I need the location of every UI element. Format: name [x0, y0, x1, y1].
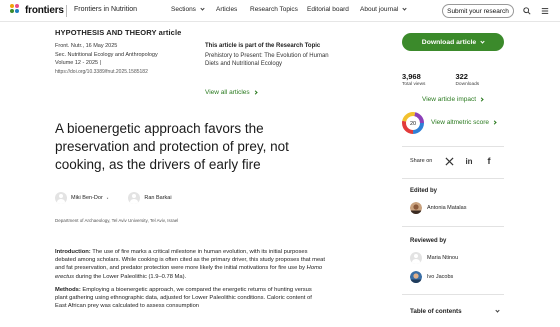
nav-articles[interactable]: Articles — [216, 6, 237, 13]
publication-date: Front. Nutr., 16 May 2025 — [55, 43, 118, 49]
nav-sections-label: Sections — [171, 6, 196, 13]
avatar-placeholder-icon — [128, 192, 141, 204]
facebook-icon[interactable]: f — [484, 156, 494, 166]
research-topic-name[interactable]: Prehistory to Present: The Evolution of … — [205, 52, 335, 68]
nav-editorial-board-label: Editorial board — [307, 6, 349, 13]
stat-value: 3,968 — [402, 72, 421, 81]
research-topic-heading: This article is part of the Research Top… — [205, 43, 321, 49]
stat-total-views: 3,968 Total views — [402, 72, 425, 87]
intro-text-end: during the Lower Paleolithic (1.9–0.78 M… — [74, 273, 187, 280]
share-label: Share on — [410, 158, 433, 164]
stat-downloads: 322 Downloads — [455, 72, 479, 87]
view-all-articles-label: View all articles — [205, 89, 250, 96]
author-mark: * — [106, 195, 109, 201]
reviewer-name: Ivo Jacobs — [427, 274, 454, 280]
stat-label: Total views — [402, 82, 426, 87]
reviewer-item[interactable]: Maria Ntinou — [410, 252, 458, 264]
reviewer-name: Maria Ntinou — [427, 255, 459, 261]
nav-about-journal-label: About journal — [360, 6, 399, 13]
x-icon[interactable] — [443, 156, 455, 166]
reviewed-by-heading: Reviewed by — [410, 238, 447, 244]
chevron-right-icon — [253, 90, 258, 95]
abstract-introduction: Introduction: The use of fire marks a cr… — [55, 248, 325, 281]
linkedin-icon[interactable]: in — [463, 156, 475, 166]
research-topic-box: This article is part of the Research Top… — [205, 42, 335, 68]
article-meta: Front. Nutr., 16 May 2025 Sec. Nutrition… — [55, 42, 195, 76]
nav-research-topics[interactable]: Research Topics — [250, 6, 298, 13]
view-altmetric-score-label: View altmetric score — [431, 119, 490, 126]
view-all-articles-link[interactable]: View all articles — [205, 89, 258, 96]
download-article-button[interactable]: Download article — [402, 33, 504, 51]
methods-text: Employing a bioenergetic approach, we co… — [55, 286, 312, 310]
chevron-down-icon — [480, 38, 485, 44]
altmetric-donut-icon[interactable]: 20 — [402, 112, 424, 134]
nav-editorial-board[interactable]: Editorial board — [307, 6, 349, 13]
reviewer-avatar — [410, 271, 422, 283]
view-article-impact-link[interactable]: View article impact — [422, 96, 484, 103]
avatar-placeholder-icon — [55, 192, 67, 204]
editor-avatar — [410, 202, 422, 214]
article-title: A bioenergetic approach favors the prese… — [55, 121, 289, 172]
nav-articles-label: Articles — [216, 6, 238, 13]
affiliation: Department of Archaeology, Tel Aviv Univ… — [55, 218, 179, 223]
frontiers-logo[interactable]: frontiers — [10, 4, 64, 16]
edited-by-heading: Edited by — [410, 188, 438, 194]
stat-label: Downloads — [455, 82, 480, 87]
editor-name: Antonia Matalas — [427, 205, 467, 211]
search-icon[interactable] — [523, 7, 531, 15]
article-type-label: HYPOTHESIS AND THEORY article — [55, 28, 182, 37]
section-name: Sec. Nutritional Ecology and Anthropolog… — [55, 51, 158, 58]
editor-item[interactable]: Antonia Matalas — [410, 202, 466, 214]
divider — [66, 5, 67, 17]
divider — [402, 178, 504, 179]
author-name: Ran Barkai — [144, 195, 172, 201]
chevron-down-icon — [200, 6, 205, 11]
author-item[interactable]: Ran Barkai — [128, 192, 172, 204]
submit-research-button[interactable]: Submit your research — [442, 4, 514, 18]
menu-icon[interactable] — [541, 7, 549, 15]
table-of-contents-toggle[interactable]: Table of contents — [410, 308, 462, 315]
author-list: Miki Ben-Dor * Ran Barkai — [55, 192, 186, 204]
chevron-down-icon[interactable] — [495, 308, 500, 313]
abstract: Introduction: The use of fire marks a cr… — [55, 248, 325, 315]
methods-label: Methods: — [55, 286, 81, 293]
view-article-impact-label: View article impact — [422, 96, 477, 103]
chevron-right-icon — [492, 120, 497, 125]
doi-link[interactable]: https://doi.org/10.3389/fnut.2025.158518… — [55, 68, 195, 77]
logo-text: frontiers — [25, 4, 64, 16]
view-altmetric-score-link[interactable]: View altmetric score — [431, 119, 497, 126]
nav-sections[interactable]: Sections — [171, 6, 205, 13]
frontiers-logo-icon — [10, 4, 22, 16]
nav-research-topics-label: Research Topics — [250, 6, 298, 13]
author-name: Miki Ben-Dor — [71, 195, 103, 201]
divider — [402, 226, 504, 227]
avatar-placeholder-icon — [410, 252, 422, 264]
reviewer-item[interactable]: Ivo Jacobs — [410, 271, 453, 283]
divider — [402, 146, 504, 147]
top-navigation-bar: frontiers Frontiers in Nutrition Section… — [0, 0, 560, 22]
volume-info: Volume 12 - 2025 | — [55, 60, 102, 66]
abstract-methods: Methods: Employing a bioenergetic approa… — [55, 286, 325, 311]
author-item[interactable]: Miki Ben-Dor * — [55, 192, 108, 204]
altmetric-score: 20 — [410, 121, 416, 127]
stat-value: 322 — [455, 72, 468, 81]
download-article-label: Download article — [421, 38, 477, 46]
journal-name-link[interactable]: Frontiers in Nutrition — [74, 6, 137, 13]
nav-about-journal[interactable]: About journal — [360, 6, 407, 13]
intro-label: Introduction: — [55, 249, 91, 255]
article-stats: 3,968 Total views 322 Downloads — [402, 72, 479, 87]
chevron-right-icon — [479, 97, 484, 102]
intro-text: The use of fire marks a critical milesto… — [55, 249, 326, 272]
divider — [402, 294, 504, 295]
chevron-down-icon — [402, 6, 407, 11]
